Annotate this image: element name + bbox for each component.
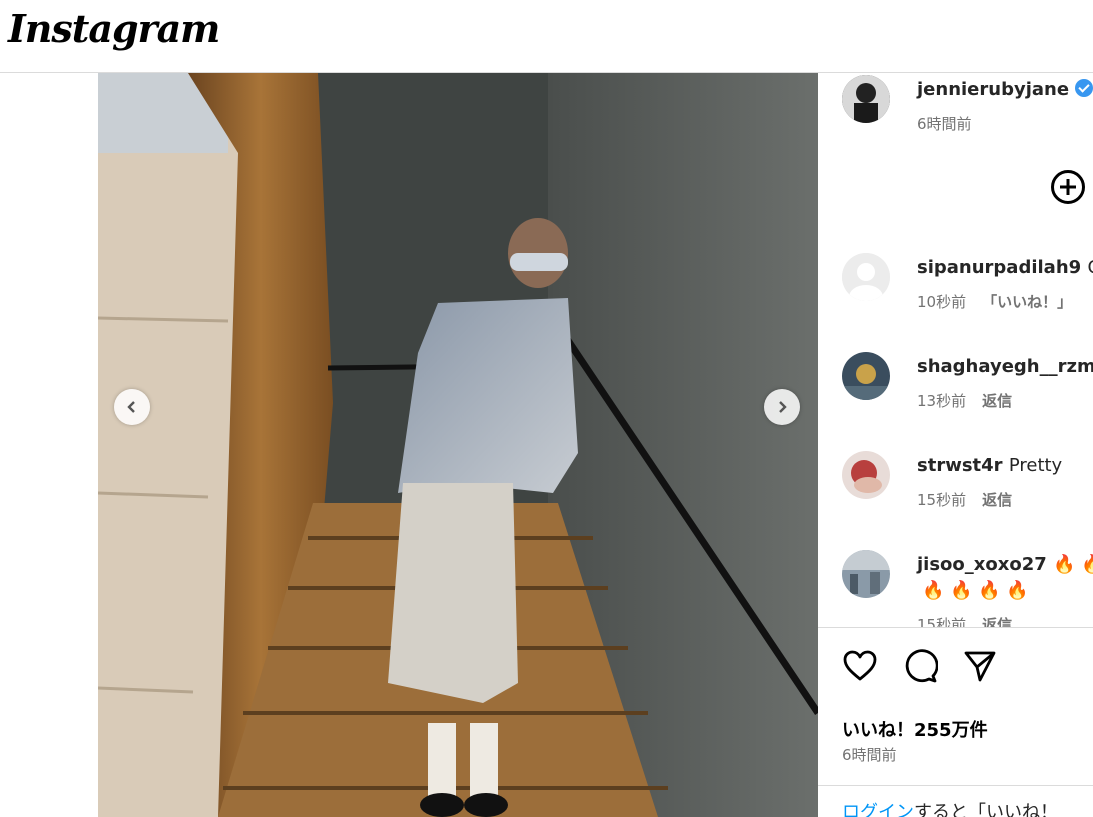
comment-text: 🔥 🔥	[1053, 554, 1093, 575]
comment-item: jisoo_xoxo27 🔥 🔥 🔥 🔥 🔥 🔥 15秒前 返信	[842, 548, 1093, 634]
reply-link[interactable]: 返信	[982, 392, 1012, 410]
login-prompt-text: ログインすると「いいね！	[842, 798, 1058, 817]
login-prompt: ログインすると「いいね！	[818, 785, 1093, 817]
comment-item: sipanurpadilah9 Ca 10秒前「いいね！」	[842, 251, 1093, 331]
comment-username[interactable]: sipanurpadilah9	[917, 257, 1081, 278]
post-image	[98, 73, 818, 817]
share-button[interactable]	[962, 648, 998, 684]
heart-icon	[843, 650, 877, 681]
chevron-right-icon	[779, 401, 787, 413]
share-icon	[964, 651, 996, 682]
reply-link[interactable]: 返信	[982, 491, 1012, 509]
avatar-image	[842, 451, 890, 499]
comment-like-link[interactable]: 「いいね！」	[982, 293, 1072, 311]
comment-meta: 13秒前 返信	[917, 390, 1012, 411]
comment-time: 10秒前	[917, 293, 967, 311]
previous-image-button[interactable]	[114, 389, 150, 425]
comment-username[interactable]: strwst4r	[917, 455, 1003, 476]
author-username[interactable]: jennierubyjane	[917, 79, 1093, 100]
comment-username[interactable]: jisoo_xoxo27	[917, 554, 1047, 575]
comment-line: shaghayegh__rzm	[917, 356, 1093, 377]
login-prompt-rest: すると「いいね！	[914, 802, 1058, 817]
post-actions: いいね！255万件 6時間前 ログインすると「いいね！	[818, 627, 1093, 817]
post-time: 6時間前	[842, 746, 897, 764]
comment-button[interactable]	[902, 648, 939, 684]
like-count[interactable]: いいね！255万件	[842, 716, 988, 742]
comment-icon	[905, 649, 939, 683]
avatar-image	[842, 352, 890, 400]
comment-avatar[interactable]	[842, 253, 890, 301]
comment-meta: 15秒前 返信	[917, 489, 1012, 510]
post-side-panel: jennierubyjane 6時間前 sipanurpadilah9 Ca 1…	[818, 73, 1093, 817]
comment-meta: 10秒前 「いいね！」	[917, 291, 1072, 312]
instagram-logo[interactable]: Instagram	[8, 6, 220, 51]
comment-line: sipanurpadilah9 Ca	[917, 257, 1093, 278]
comment-text-line2: 🔥 🔥 🔥 🔥	[922, 580, 1029, 601]
author-post-time: 6時間前	[917, 115, 972, 133]
comment-item: strwst4r Pretty 15秒前 返信	[842, 449, 1093, 529]
chevron-left-icon	[127, 401, 135, 413]
plus-circle-icon	[1051, 170, 1085, 204]
comment-item: shaghayegh__rzm 13秒前 返信	[842, 350, 1093, 430]
default-avatar-icon	[842, 253, 890, 301]
comment-text: Pretty	[1008, 455, 1063, 476]
like-button[interactable]	[842, 648, 878, 684]
top-bar: Instagram	[0, 0, 1093, 73]
comment-line: strwst4r Pretty	[917, 455, 1062, 476]
comment-username[interactable]: shaghayegh__rzm	[917, 356, 1093, 377]
comment-avatar[interactable]	[842, 352, 890, 400]
comment-avatar[interactable]	[842, 451, 890, 499]
comment-avatar[interactable]	[842, 550, 890, 598]
comment-time: 15秒前	[917, 491, 967, 509]
login-link[interactable]: ログイン	[842, 802, 914, 817]
comment-line: jisoo_xoxo27 🔥 🔥	[917, 554, 1093, 575]
avatar-image	[842, 75, 890, 123]
next-image-button[interactable]	[764, 389, 800, 425]
post-photo[interactable]	[98, 73, 818, 817]
post-author-header: jennierubyjane 6時間前	[842, 75, 1093, 135]
verified-badge-icon	[1075, 79, 1093, 97]
author-avatar[interactable]	[842, 75, 890, 123]
comment-time: 13秒前	[917, 392, 967, 410]
follow-button[interactable]	[1050, 169, 1086, 209]
comment-text: Ca	[1087, 257, 1093, 278]
avatar-image	[842, 550, 890, 598]
